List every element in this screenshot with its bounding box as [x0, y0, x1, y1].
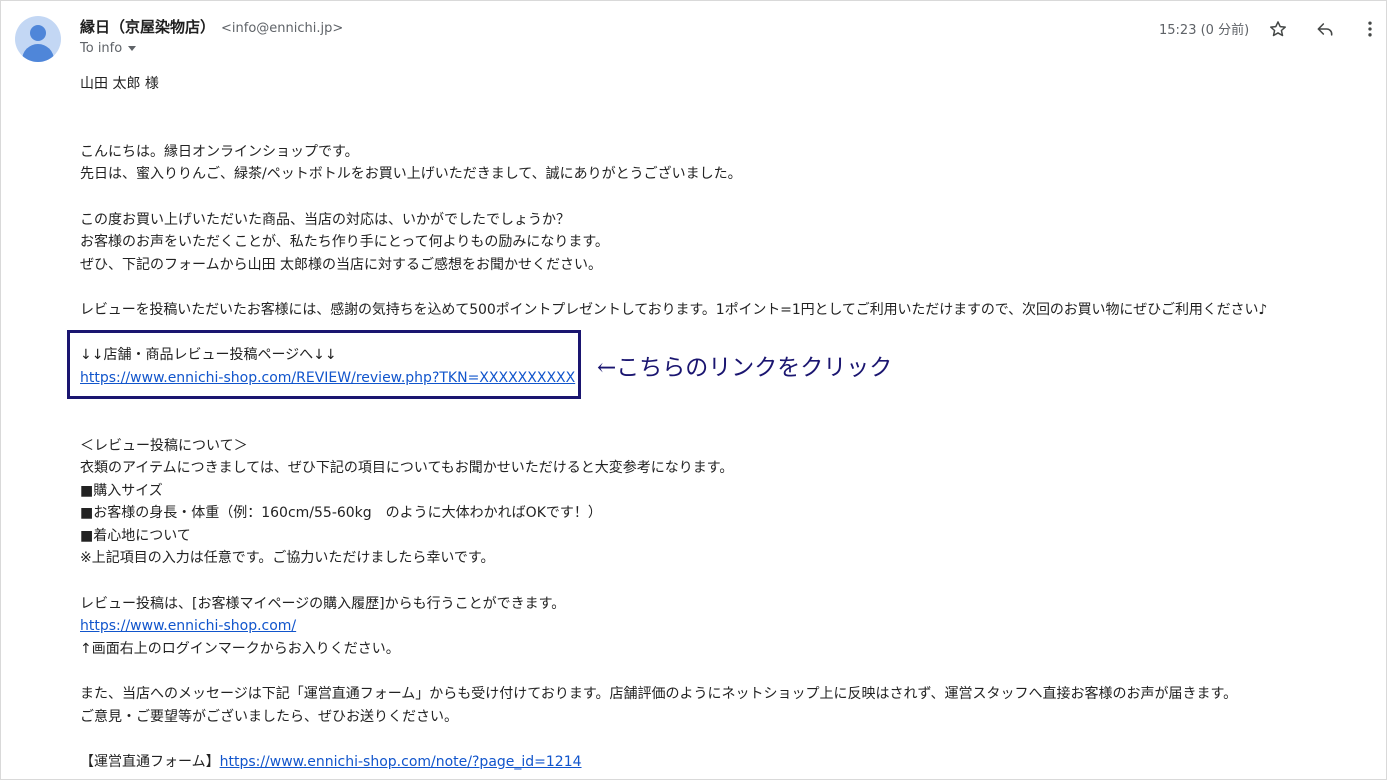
mypage-link-line: https://www.ennichi-shop.com/ [80, 615, 1370, 638]
star-icon [1270, 21, 1286, 37]
request-line-3: ぜひ、下記のフォームから山田 太郎様の当店に対するご感想をお聞かせください。 [80, 256, 603, 273]
avatar-shoulders [22, 44, 54, 62]
sender-email: <info@ennichi.jp> [221, 21, 344, 36]
recipient-details-toggle[interactable]: To info [80, 41, 137, 56]
mypage-line-1: レビュー投稿は、[お客様マイページの購入履歴]からも行うことができます。 [80, 595, 566, 612]
contact-form-link[interactable]: https://www.ennichi-shop.com/note/?page_… [220, 754, 582, 770]
about-line-3: ■お客様の身長・体重（例：160cm/55-60kg のように大体わかればOKで… [80, 505, 602, 522]
mypage-line-3: ↑画面右上のログインマークからお入りください。 [80, 640, 400, 657]
avatar-head [30, 25, 46, 41]
intro-line-1: こんにちは。縁日オンラインショップです。 [80, 143, 359, 160]
request-line-1: この度お買い上げいただいた商品、当店の対応は、いかがでしたでしょうか？ [80, 211, 570, 228]
form-line: 【運営直通フォーム】https://www.ennichi-shop.com/n… [80, 751, 1370, 774]
reply-button[interactable] [1313, 17, 1337, 41]
sender-line: 縁日（京屋染物店） <info@ennichi.jp> [80, 16, 343, 37]
avatar-icon[interactable] [15, 16, 61, 62]
about-line-2: ■購入サイズ [80, 482, 163, 499]
highlight-box [67, 330, 581, 399]
intro-line-2: 先日は、蜜入りりんご、緑茶/ペットボトルをお買い上げいただきまして、誠にありがと… [80, 166, 742, 183]
message-body: 山田 太郎 様 こんにちは。縁日オンラインショップです。 先日は、蜜入りりんご、… [80, 73, 1370, 773]
about-line-1: 衣類のアイテムにつきましては、ぜひ下記の項目についてもお聞かせいただけると大変参… [80, 460, 734, 477]
points-line: レビューを投稿いただいたお客様には、感謝の気持ちを込めて500ポイントプレゼント… [80, 301, 1268, 318]
message-line-1: また、当店へのメッセージは下記「運営直通フォーム」からも受け付けております。店舗… [80, 686, 1238, 703]
annotation-text: ←こちらのリンクをクリック [597, 355, 893, 381]
more-vert-icon [1368, 21, 1372, 37]
chevron-down-icon[interactable] [128, 46, 137, 51]
about-line-4: ■着心地について [80, 527, 191, 544]
sender-name[interactable]: 縁日（京屋染物店） [80, 18, 215, 36]
about-heading: ＜レビュー投稿について＞ [80, 437, 248, 454]
reply-icon [1317, 23, 1333, 36]
message-line-2: ご意見・ご要望等がございましたら、ぜひお送りください。 [80, 708, 458, 725]
request-line-2: お客様のお声をいただくことが、私たち作り手にとって何よりもの励みになります。 [80, 234, 609, 251]
more-options-button[interactable] [1358, 17, 1382, 41]
star-button[interactable] [1266, 17, 1290, 41]
timestamp: 15:23 (0 分前) [1159, 23, 1250, 38]
to-label: To info [80, 41, 123, 56]
about-line-5: ※上記項目の入力は任意です。ご協力いただけましたら幸いです。 [80, 550, 495, 567]
form-label: 【運営直通フォーム】 [80, 753, 220, 770]
greeting: 山田 太郎 様 [80, 76, 159, 92]
shop-home-link[interactable]: https://www.ennichi-shop.com/ [80, 618, 296, 634]
